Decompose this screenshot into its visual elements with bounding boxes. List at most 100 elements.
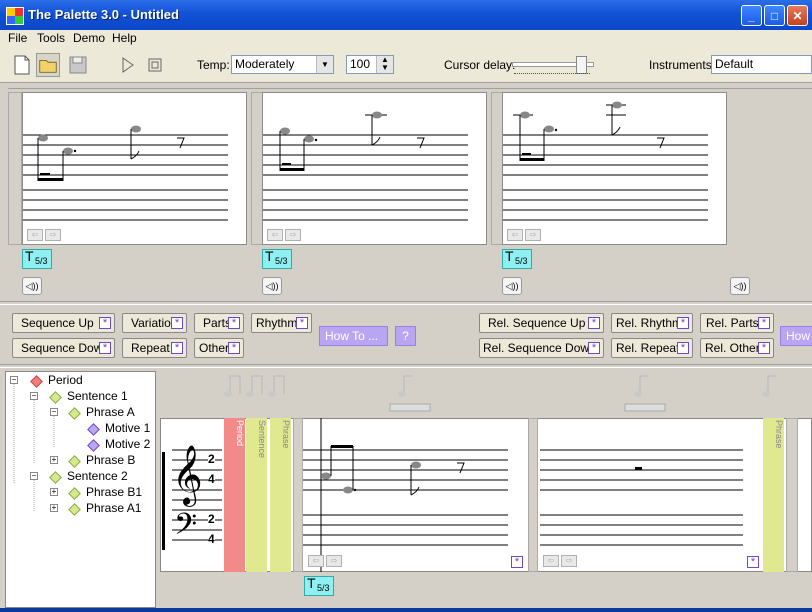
open-folder-icon[interactable] [36, 53, 60, 77]
palette-panel-2[interactable] [262, 92, 487, 245]
tree-item-phrase-a[interactable]: Phrase A [86, 405, 135, 419]
staff-notation [23, 125, 228, 221]
chevron-down-icon[interactable]: ▼ [316, 56, 333, 73]
expand-icon[interactable]: + [50, 504, 58, 512]
panel-2-forward-arrow-icon[interactable]: ⇨ [285, 229, 301, 241]
tree-item-motive-2[interactable]: Motive 2 [105, 437, 150, 451]
collapse-icon[interactable]: − [30, 472, 38, 480]
instruments-label: Instruments: [649, 58, 716, 72]
duration-badge[interactable]: T 5/3 [262, 248, 292, 269]
rel-repeat-button[interactable]: Rel. Repeat * [611, 338, 693, 358]
tempo-label: Temp: [197, 58, 230, 72]
collapse-icon[interactable]: − [10, 376, 18, 384]
plus-icon: * [677, 317, 689, 329]
panel-2-back-arrow-icon[interactable]: ⇦ [267, 229, 283, 241]
stop-icon[interactable] [143, 53, 167, 77]
time-sig-bottom-treble: 4 [208, 472, 215, 486]
divider [0, 301, 812, 305]
collapse-icon[interactable]: − [50, 408, 58, 416]
how-to-button[interactable]: How To ... [319, 326, 388, 346]
staff-notation [263, 111, 468, 221]
tree-item-phrase-b1[interactable]: Phrase B1 [86, 485, 142, 499]
score-measure-2 [540, 449, 743, 546]
sequence-down-button[interactable]: Sequence Down * [12, 338, 115, 358]
play-icon[interactable] [115, 53, 139, 77]
speaker-icon[interactable]: ◁)) [730, 277, 750, 295]
panel-1-forward-arrow-icon[interactable]: ⇨ [45, 229, 61, 241]
collapse-icon[interactable]: − [30, 392, 38, 400]
instruments-select[interactable]: Default [711, 55, 812, 74]
period-tab[interactable]: Period [224, 418, 245, 572]
minimize-button[interactable]: _ [741, 5, 762, 26]
add-icon[interactable]: * [511, 556, 523, 568]
rel-sequence-down-button[interactable]: Rel. Sequence Down * [479, 338, 604, 358]
variation-button[interactable]: Variation * [122, 313, 187, 333]
rel-sequence-up-button[interactable]: Rel. Sequence Up * [479, 313, 604, 333]
score-forward-arrow-icon[interactable]: ⇨ [326, 555, 342, 567]
panel-1-scroll[interactable] [8, 92, 22, 245]
menu-demo[interactable]: Demo [73, 31, 105, 45]
speaker-icon[interactable]: ◁)) [502, 277, 522, 295]
panel-1-back-arrow-icon[interactable]: ⇦ [27, 229, 43, 241]
phrase-tab-2[interactable]: Phrase [763, 418, 784, 572]
menu-help[interactable]: Help [112, 31, 137, 45]
tree-item-sentence-2[interactable]: Sentence 2 [67, 469, 128, 483]
repeat-button[interactable]: Repeat * [122, 338, 187, 358]
speaker-icon[interactable]: ◁)) [22, 277, 42, 295]
how-to-button-right[interactable]: How [780, 326, 812, 346]
rel-rhythm-button[interactable]: Rel. Rhythm * [611, 313, 693, 333]
tree-item-phrase-b[interactable]: Phrase B [86, 453, 135, 467]
score-back-arrow-icon[interactable]: ⇦ [308, 555, 324, 567]
cursor-delay-slider[interactable] [512, 56, 594, 74]
score-divider-handle[interactable] [528, 418, 538, 572]
app-icon [6, 7, 24, 25]
tree-item-phrase-a1[interactable]: Phrase A1 [86, 501, 141, 515]
time-sig-bottom-bass: 4 [208, 532, 215, 546]
score-divider-handle[interactable] [786, 418, 798, 572]
plus-icon: * [296, 317, 308, 329]
score-2-back-arrow-icon[interactable]: ⇦ [543, 555, 559, 567]
palette-panel-3[interactable] [502, 92, 727, 245]
palette-panel-1[interactable] [22, 92, 247, 245]
instruments-value: Default [715, 57, 754, 71]
save-disk-icon[interactable] [66, 53, 90, 77]
score-duration-badge[interactable]: T 5/3 [304, 575, 334, 596]
cursor-delay-label: Cursor delay: [444, 58, 516, 72]
expand-icon[interactable]: + [50, 456, 58, 464]
score-divider-handle[interactable] [293, 418, 303, 572]
menu-file[interactable]: File [8, 31, 27, 45]
phrase-tab[interactable]: Phrase [270, 418, 291, 572]
sentence-tab[interactable]: Sentence [246, 418, 267, 572]
rel-other-button[interactable]: Rel. Other * [700, 338, 774, 358]
time-sig-top-treble: 2 [208, 452, 215, 466]
parts-button[interactable]: Parts * [194, 313, 244, 333]
add-icon[interactable]: * [747, 556, 759, 568]
duration-badge[interactable]: T 5/3 [502, 248, 532, 269]
other-button[interactable]: Other * [194, 338, 244, 358]
menu-tools[interactable]: Tools [37, 31, 65, 45]
help-button[interactable]: ? [395, 326, 416, 346]
panel-3-back-arrow-icon[interactable]: ⇦ [507, 229, 523, 241]
score-measure-1 [303, 418, 508, 572]
spinner-arrows-icon[interactable]: ▲ ▼ [376, 56, 393, 73]
expand-icon[interactable]: + [50, 488, 58, 496]
sequence-up-button[interactable]: Sequence Up * [12, 313, 115, 333]
close-button[interactable]: ✕ [787, 5, 808, 26]
window-title: The Palette 3.0 - Untitled [28, 7, 179, 22]
tempo-select[interactable]: Moderately ▼ [231, 55, 334, 74]
tree-item-motive-1[interactable]: Motive 1 [105, 421, 150, 435]
tree-item-sentence-1[interactable]: Sentence 1 [67, 389, 128, 403]
speaker-icon[interactable]: ◁)) [262, 277, 282, 295]
time-sig-top-bass: 2 [208, 512, 215, 526]
new-file-icon[interactable] [10, 53, 34, 77]
duration-badge[interactable]: T 5/3 [22, 248, 52, 269]
rhythm-button[interactable]: Rhythm * [251, 313, 312, 333]
bpm-spinner[interactable]: 100 ▲ ▼ [346, 55, 394, 74]
maximize-button[interactable]: □ [764, 5, 785, 26]
window-bottom-border [0, 608, 812, 612]
rel-parts-button[interactable]: Rel. Parts * [700, 313, 774, 333]
tree-item-period[interactable]: Period [48, 373, 83, 387]
panel-3-forward-arrow-icon[interactable]: ⇨ [525, 229, 541, 241]
score-2-forward-arrow-icon[interactable]: ⇨ [561, 555, 577, 567]
slider-thumb[interactable] [576, 56, 587, 74]
